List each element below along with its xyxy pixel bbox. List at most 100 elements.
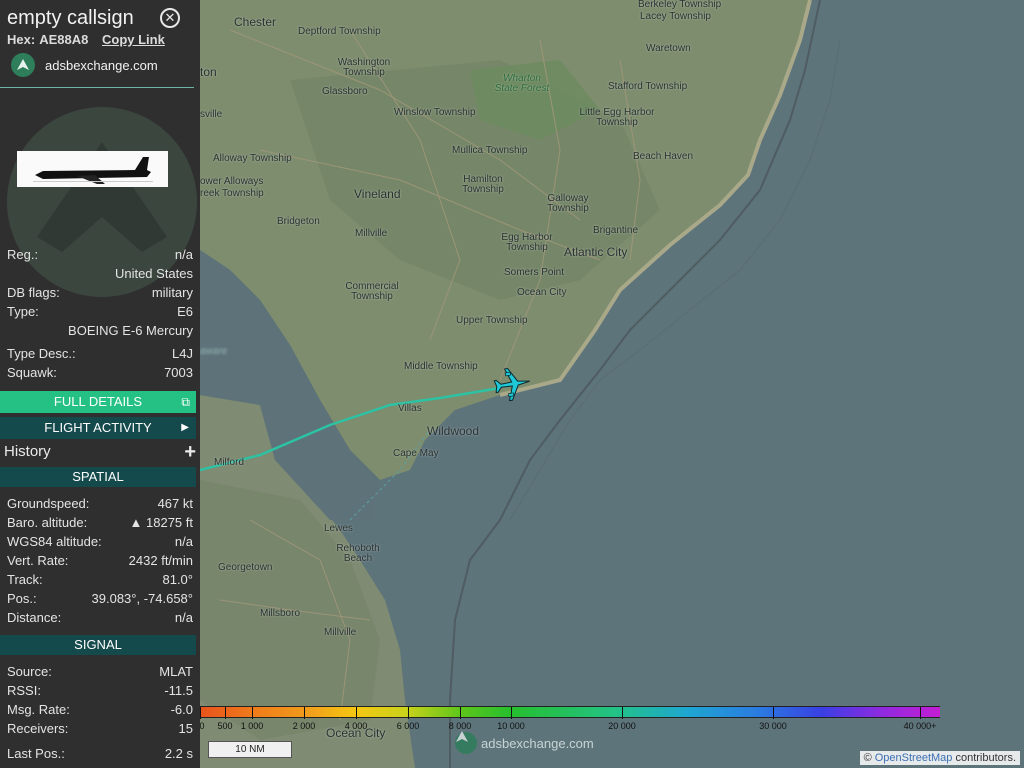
- info-label: RSSI:: [7, 683, 41, 698]
- map-label-stafford: Stafford Township: [608, 81, 688, 92]
- map-label-glassboro: Glassboro: [322, 86, 368, 97]
- map-label-ocean-city: Ocean City: [517, 287, 567, 298]
- aircraft-icon: [493, 367, 530, 402]
- info-label: Source:: [7, 664, 52, 679]
- altitude-legend: 0 500 1 000 2 000 4 000 6 000 8 000 10 000 20 00…: [200, 706, 940, 731]
- altitude-legend-tick: [622, 707, 623, 719]
- signal-section-header[interactable]: SIGNAL: [0, 635, 196, 655]
- close-icon: ✕: [164, 10, 176, 25]
- map-label-vineland: Vineland: [354, 187, 401, 201]
- altitude-legend-label: 0: [200, 721, 205, 731]
- map-view[interactable]: Chester Deptford Township Washington Tow…: [200, 0, 1024, 768]
- copy-link-button[interactable]: Copy Link: [102, 32, 165, 47]
- info-row: Receivers: 15: [7, 721, 193, 738]
- header-divider: [0, 87, 194, 88]
- info-value: 81.0°: [162, 572, 193, 587]
- hex-label: Hex:: [7, 32, 36, 47]
- info-value: 467 kt: [157, 496, 193, 511]
- info-row: Last Pos.: 2.2 s: [7, 746, 193, 763]
- aircraft-photo[interactable]: [17, 151, 168, 187]
- info-row: RSSI: -11.5: [7, 683, 193, 700]
- info-value: MLAT: [159, 664, 193, 679]
- altitude-legend-tick: [408, 707, 409, 719]
- map-label-deptford: Deptford Township: [298, 26, 381, 37]
- flight-activity-label: FLIGHT ACTIVITY: [44, 420, 152, 435]
- map-label-georgetown: Georgetown: [218, 562, 273, 573]
- map-label-cape-may: Cape May: [393, 448, 439, 459]
- info-row: Msg. Rate: -6.0: [7, 702, 193, 719]
- info-label: Track:: [7, 572, 43, 587]
- squawk-value: 7003: [164, 365, 193, 380]
- altitude-legend-tick: [920, 707, 921, 719]
- map-label-galloway: Galloway Township: [547, 193, 589, 214]
- map-label-reek: reek Township: [200, 188, 264, 199]
- dbflags-value: military: [151, 285, 193, 300]
- info-label: Baro. altitude:: [7, 515, 88, 530]
- brand-text: adsbexchange.com: [45, 57, 158, 73]
- info-row: Distance: n/a: [7, 610, 193, 627]
- map-watermark: adsbexchange.com: [455, 730, 594, 756]
- plus-icon: +: [184, 441, 196, 463]
- info-label: Last Pos.:: [7, 746, 65, 761]
- altitude-legend-tick: [356, 707, 357, 719]
- altitude-legend-label: 1 000: [240, 721, 264, 731]
- map-label-little-egg: Little Egg Harbor Township: [579, 107, 655, 128]
- type-label: Type:: [7, 304, 39, 319]
- type-value: E6: [177, 304, 193, 319]
- aircraft-info-panel: empty callsign ✕ Hex: AE88A8 Copy Link ad…: [0, 0, 200, 768]
- map-label-wharton: Wharton State Forest: [494, 73, 550, 94]
- map-label-washington: Washington Township: [337, 57, 391, 78]
- info-row: WGS84 altitude: n/a: [7, 534, 193, 551]
- altitude-legend-label: 20 000: [608, 721, 636, 731]
- info-label: Pos.:: [7, 591, 37, 606]
- adsbx-logo-icon: [455, 731, 477, 754]
- history-label: History: [4, 443, 51, 460]
- brand-link[interactable]: adsbexchange.com: [11, 53, 158, 77]
- flight-activity-button[interactable]: FLIGHT ACTIVITY ▶: [0, 417, 196, 439]
- altitude-legend-label: 4 000: [344, 721, 368, 731]
- map-label-egg-harbor: Egg Harbor Township: [501, 232, 553, 253]
- aircraft-marker[interactable]: [492, 364, 532, 404]
- map-label-bridgeton: Bridgeton: [277, 216, 320, 227]
- dbflags-label: DB flags:: [7, 285, 60, 300]
- osm-link[interactable]: OpenStreetMap: [875, 752, 953, 764]
- map-label-waretown: Waretown: [646, 43, 691, 54]
- map-label-beach-haven: Beach Haven: [633, 151, 694, 162]
- map-label-ton: ton: [200, 65, 217, 79]
- info-typedesc-row: Type Desc.: L4J: [7, 346, 193, 363]
- info-value: 2.2 s: [164, 746, 193, 761]
- altitude-legend-tick: [225, 707, 226, 719]
- close-button[interactable]: ✕: [160, 8, 180, 28]
- map-label-brigantine: Brigantine: [593, 225, 639, 236]
- altitude-legend-tick: [511, 707, 512, 719]
- reg-label: Reg.:: [7, 247, 39, 262]
- info-squawk-row: Squawk: 7003: [7, 365, 193, 382]
- info-value: 2432 ft/min: [128, 553, 193, 568]
- spatial-section-header[interactable]: SPATIAL: [0, 467, 196, 487]
- external-link-icon: ⧉: [181, 395, 190, 409]
- map-label-millville-de: Millville: [324, 627, 357, 638]
- map-label-hamilton: Hamilton Township: [462, 174, 504, 195]
- full-details-label: FULL DETAILS: [53, 394, 143, 409]
- map-label-sville: sville: [200, 109, 223, 120]
- info-row: Source: MLAT: [7, 664, 193, 681]
- altitude-legend-tick: [304, 707, 305, 719]
- country-value: United States: [114, 266, 193, 281]
- hex-value: AE88A8: [39, 32, 89, 47]
- attribution-suffix: contributors.: [955, 752, 1016, 764]
- map-label-upper: Upper Township: [456, 315, 528, 326]
- history-toggle[interactable]: History +: [4, 441, 196, 463]
- map-label-mullica: Mullica Township: [452, 145, 528, 156]
- altitude-legend-tick: [773, 707, 774, 719]
- altitude-legend-label: 30 000: [759, 721, 787, 731]
- info-row: Vert. Rate: 2432 ft/min: [7, 553, 193, 570]
- info-label: Msg. Rate:: [7, 702, 70, 717]
- info-label: WGS84 altitude:: [7, 534, 102, 549]
- map-label-commercial: Commercial Township: [345, 281, 399, 302]
- map-label-millsboro: Millsboro: [260, 608, 301, 619]
- info-value: 15: [178, 721, 193, 736]
- map-label-alloway: Alloway Township: [213, 153, 292, 164]
- info-row: Baro. altitude: ▲ 18275 ft: [7, 515, 193, 532]
- map-label-millville: Millville: [355, 228, 388, 239]
- full-details-button[interactable]: FULL DETAILS ⧉: [0, 391, 196, 413]
